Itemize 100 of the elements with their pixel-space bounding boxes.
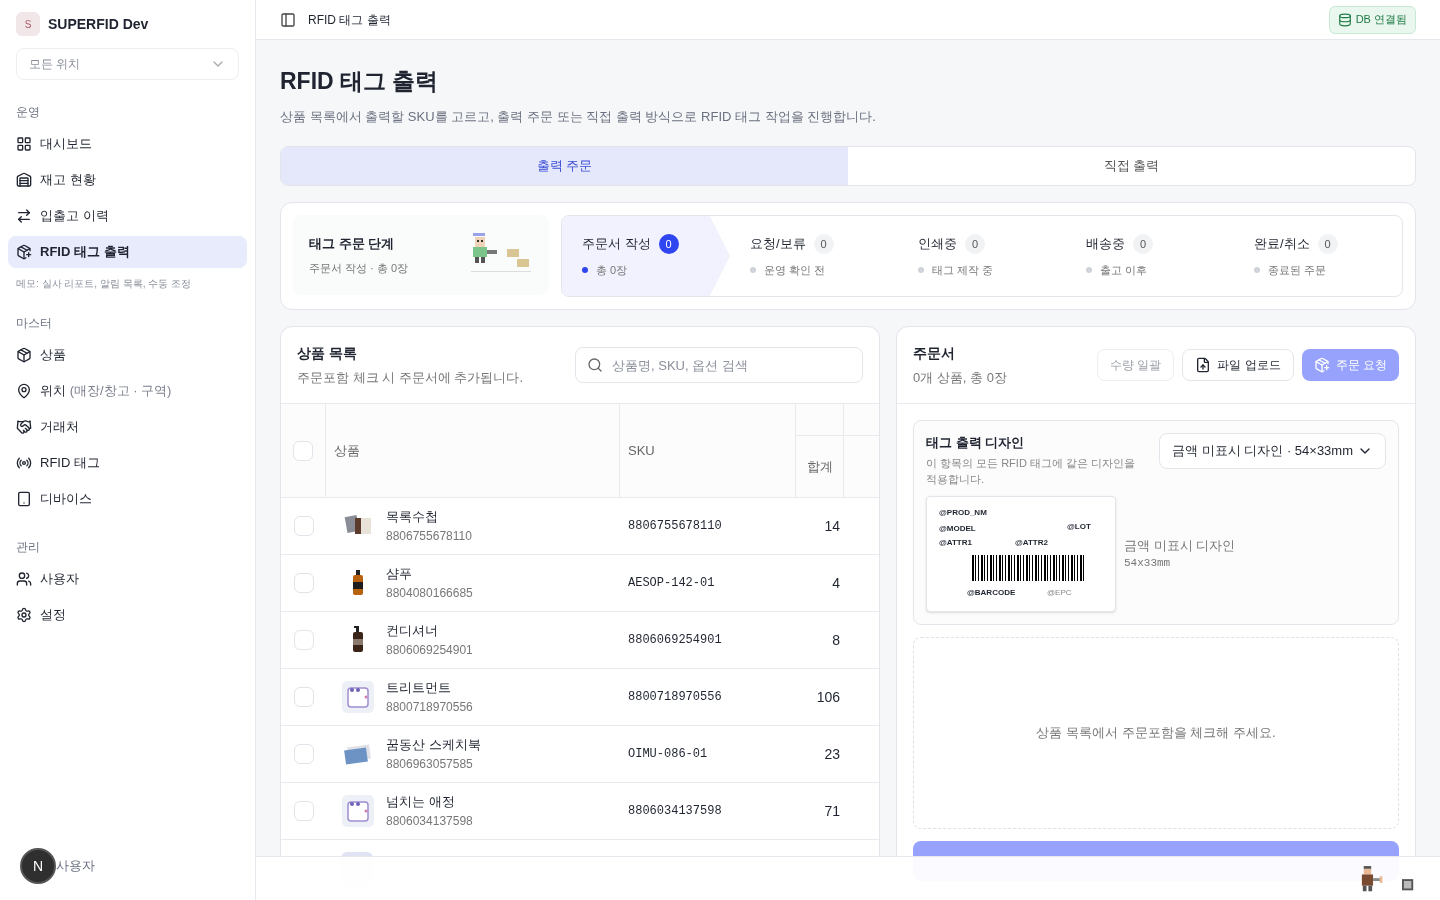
tab[interactable]: 직접 출력: [848, 147, 1415, 185]
table-row[interactable]: 트리트먼트 8800718970556 8800718970556 106: [281, 669, 879, 726]
design-title: 태그 출력 디자인: [926, 434, 1026, 452]
product-name: 샴푸: [386, 565, 413, 584]
nav-item[interactable]: 입출고 이력: [8, 200, 247, 232]
tag-field: @ATTR1: [939, 536, 972, 549]
section-title: 마스터: [16, 315, 53, 331]
panel-subtitle: 주문포함 체크 시 주문서에 추가됩니다.: [297, 368, 524, 387]
sku-cell-text: AESOP-142-01: [627, 575, 716, 592]
user-label: 사용자: [56, 857, 95, 876]
column-header: 합계: [805, 457, 834, 476]
step[interactable]: 요청/보류 0 운영 확인 전: [730, 216, 898, 296]
nav-item[interactable]: 디바이스: [8, 483, 247, 515]
table-row[interactable]: 컨디셔너 8806069254901 8806069254901 8: [281, 612, 879, 669]
total-cell-text: 106: [815, 687, 841, 707]
nav-item[interactable]: RFID 태그: [8, 447, 247, 479]
tag-field: @PROD_NM: [939, 506, 987, 519]
nav-item[interactable]: 대시보드: [8, 128, 247, 160]
tag-field: @ATTR2: [1015, 536, 1048, 549]
nav-item[interactable]: 거래처: [8, 411, 247, 443]
product-barcode: 8806755678110: [386, 527, 472, 545]
step-label: 요청/보류: [750, 235, 806, 253]
design-size: 54x33mm: [1124, 556, 1172, 571]
product-barcode: 8804080166685: [386, 584, 473, 602]
page-subtitle: 상품 목록에서 출력할 SKU를 고르고, 출력 주문 또는 직접 출력 방식으로 RFID 태그 작업을 진행합니다.: [280, 107, 877, 126]
panel-title: 주문서: [913, 343, 956, 363]
design-name: 금액 미표시 디자인: [1124, 536, 1236, 555]
step-count: 0: [965, 233, 985, 254]
table-row[interactable]: 넘치는 애정 8806034137598 8806034137598 71: [281, 783, 879, 840]
product-barcode: 8806069254901: [386, 641, 473, 659]
sku-cell-text: 8806755678110: [627, 518, 723, 535]
sku-cell-text: 8806069254901: [627, 632, 723, 649]
table-row[interactable]: 목록수첩 8806755678110 8806755678110 14: [281, 498, 879, 555]
design-select[interactable]: 금액 미표시 디자인 · 54×33mm: [1159, 433, 1386, 469]
org-name: SUPERFID Dev: [48, 15, 149, 34]
table-row[interactable]: 샴푸 8804080166685 AESOP-142-01 4: [281, 555, 879, 612]
user-avatar[interactable]: N: [20, 848, 56, 884]
total-cell-text: 23: [823, 744, 841, 764]
table-row[interactable]: 꿈동산 스케치북 8806963057585 OIMU-086-01 23: [281, 726, 879, 783]
step[interactable]: 인쇄중 0 태그 제작 중: [898, 216, 1066, 296]
product-name: 넘치는 애정: [386, 793, 456, 812]
nav-item[interactable]: 위치 (매장/창고 · 구역): [8, 375, 247, 407]
total-cell-text: 4: [831, 573, 841, 593]
column-header: 상품: [326, 404, 620, 497]
step-count: 0: [1133, 233, 1153, 254]
step[interactable]: 주문서 작성 0 총 0장: [562, 216, 730, 296]
step-label: 주문서 작성: [582, 235, 651, 253]
step-label: 인쇄중: [918, 235, 957, 253]
sku-cell-text: 8806034137598: [627, 803, 723, 820]
product-name: 꿈동산 스케치북: [386, 736, 481, 755]
stage-title: 태그 주문 단계: [309, 235, 396, 253]
step-label: 완료/취소: [1254, 235, 1310, 253]
total-cell-text: 8: [831, 630, 841, 650]
step[interactable]: 배송중 0 출고 이후: [1066, 216, 1234, 296]
step-note: 출고 이후: [1100, 262, 1148, 278]
product-barcode: 8806034137598: [386, 812, 473, 830]
product-name: 트리트먼트: [386, 679, 452, 698]
empty-state: 상품 목록에서 주문포함을 체크해 주세요.: [913, 636, 1399, 829]
upload-button[interactable]: 파일 업로드: [1182, 349, 1294, 381]
step-count: 0: [813, 233, 834, 254]
product-name: 컨디셔너: [386, 622, 439, 641]
db-status-badge: DB 연결됨: [1328, 5, 1416, 34]
location-select[interactable]: 모든 위치: [16, 48, 239, 80]
step-label: 배송중: [1086, 235, 1125, 253]
product-barcode: 8800718970556: [386, 698, 473, 716]
design-description: 이 항목의 모든 RFID 태그에 같은 디자인을 적용합니다.: [926, 455, 1136, 487]
product-name: 목록수첩: [386, 508, 439, 527]
nav-item[interactable]: 설정: [8, 599, 247, 631]
search-field[interactable]: 상품명, SKU, 옵션 검색: [575, 347, 863, 383]
org-avatar: S: [16, 12, 40, 36]
sidebar-note: 메모: 실사 리포트, 알림 목록, 수동 조정: [16, 277, 192, 291]
section-title: 운영: [16, 104, 41, 120]
total-cell-text: 14: [823, 516, 841, 536]
step-note: 운영 확인 전: [764, 262, 826, 278]
order-summary: 0개 상품, 총 0장: [913, 368, 1007, 387]
step-note: 총 0장: [596, 262, 628, 278]
step-count: 0: [658, 233, 679, 254]
sku-cell-text: 8800718970556: [627, 689, 723, 706]
nav-item[interactable]: 재고 현황: [8, 164, 247, 196]
page-title: RFID 태그 출력: [280, 67, 440, 96]
step-note: 태그 제작 중: [932, 262, 994, 278]
product-barcode: 8806963057585: [386, 755, 474, 773]
stage-summary: 주문서 작성 · 총 0장: [309, 260, 408, 276]
tag-field: @EPC: [1047, 586, 1072, 599]
breadcrumb-title: RFID 태그 출력: [308, 11, 391, 28]
nav-item[interactable]: 상품: [8, 339, 247, 371]
step[interactable]: 완료/취소 0 종료된 주문: [1234, 216, 1402, 296]
nav-item[interactable]: 사용자: [8, 563, 247, 595]
sku-cell-text: OIMU-086-01: [627, 746, 709, 763]
column-header: SKU: [620, 404, 796, 497]
tag-field: @MODEL: [939, 522, 976, 535]
total-cell-text: 71: [823, 801, 841, 821]
tag-field: @BARCODE: [967, 586, 1016, 599]
nav-item[interactable]: RFID 태그 출력: [8, 236, 247, 268]
step-note: 종료된 주문: [1268, 262, 1327, 278]
tag-field: @LOT: [1067, 520, 1091, 533]
section-title: 관리: [16, 539, 41, 555]
step-count: 0: [1317, 233, 1338, 254]
panel-title: 상품 목록: [297, 343, 358, 363]
tab[interactable]: 출력 주문: [281, 147, 848, 185]
